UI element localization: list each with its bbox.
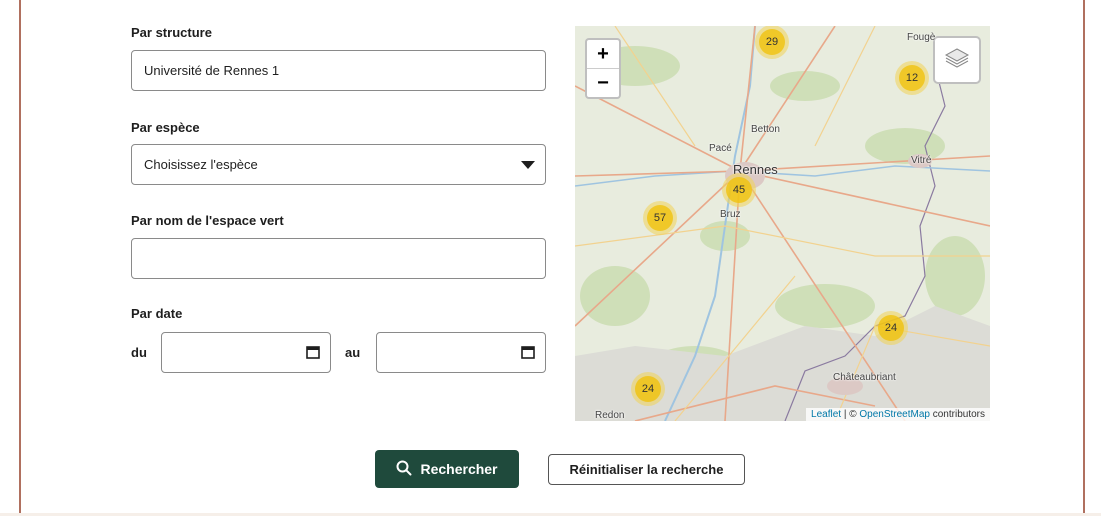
search-icon (396, 460, 412, 479)
dropdown-arrow-icon (521, 161, 535, 169)
map-cluster-marker[interactable]: 45 (722, 173, 756, 207)
zoom-controls: + − (585, 38, 621, 99)
place-label: Vitré (911, 155, 932, 166)
page-border-left (19, 0, 21, 516)
date-to-input[interactable] (376, 332, 546, 373)
map-cluster-marker[interactable]: 24 (631, 372, 665, 406)
map-tiles (575, 26, 990, 421)
zoom-in-button[interactable]: + (587, 40, 619, 68)
map[interactable]: + − Fougè Betton Pacé Rennes Vitré Bruz … (575, 26, 990, 421)
green-space-label: Par nom de l'espace vert (131, 213, 284, 228)
structure-value: Université de Rennes 1 (144, 63, 280, 78)
structure-input[interactable]: Université de Rennes 1 (131, 50, 546, 91)
osm-link[interactable]: OpenStreetMap (859, 409, 930, 420)
map-attribution: Leaflet | © OpenStreetMap contributors (806, 408, 990, 421)
species-label: Par espèce (131, 120, 200, 135)
date-from-label: du (131, 345, 147, 360)
search-button[interactable]: Rechercher (375, 450, 519, 488)
cluster-count: 12 (899, 65, 925, 91)
green-space-input[interactable] (131, 238, 546, 279)
cluster-count: 24 (635, 376, 661, 402)
map-cluster-marker[interactable]: 12 (895, 61, 929, 95)
date-label: Par date (131, 306, 183, 321)
place-label: Pacé (709, 143, 732, 154)
calendar-icon[interactable] (306, 345, 320, 359)
cluster-count: 24 (878, 315, 904, 341)
species-select[interactable]: Choisissez l'espèce (131, 144, 546, 185)
place-label: Châteaubriant (833, 372, 896, 383)
leaflet-link[interactable]: Leaflet (811, 409, 841, 420)
layers-icon (944, 47, 970, 74)
attribution-text: contributors (929, 409, 985, 420)
map-cluster-marker[interactable]: 29 (755, 26, 789, 59)
date-from-input[interactable] (161, 332, 331, 373)
date-to-label: au (345, 345, 361, 360)
species-value: Choisissez l'espèce (144, 157, 258, 172)
cluster-count: 57 (647, 205, 673, 231)
page-border-right (1083, 0, 1085, 516)
cluster-count: 45 (726, 177, 752, 203)
attribution-separator: | © (841, 409, 860, 420)
calendar-icon[interactable] (521, 345, 535, 359)
place-label: Bruz (720, 209, 741, 220)
place-label: Redon (595, 410, 625, 421)
map-cluster-marker[interactable]: 57 (643, 201, 677, 235)
zoom-out-button[interactable]: − (587, 68, 619, 97)
place-label: Fougè (907, 32, 936, 43)
place-label: Betton (751, 124, 780, 135)
layers-button[interactable] (933, 36, 981, 84)
search-button-label: Rechercher (420, 461, 498, 477)
structure-label: Par structure (131, 25, 212, 40)
reset-search-button[interactable]: Réinitialiser la recherche (548, 454, 745, 485)
cluster-count: 29 (759, 29, 785, 55)
map-cluster-marker[interactable]: 24 (874, 311, 908, 345)
